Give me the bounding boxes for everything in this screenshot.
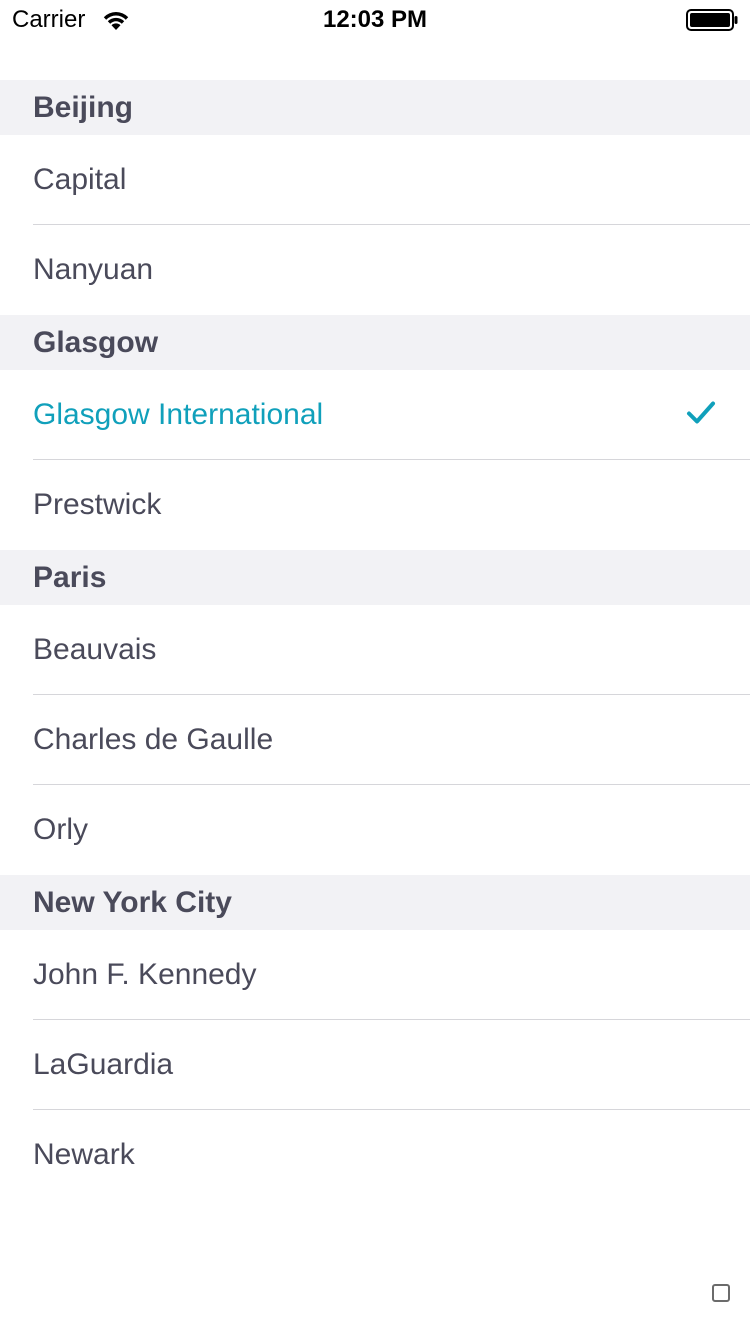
checkmark-icon bbox=[687, 401, 715, 424]
list-item-label: Prestwick bbox=[33, 488, 162, 521]
list-item-laguardia[interactable]: LaGuardia bbox=[0, 1020, 750, 1110]
list-item-label: Orly bbox=[33, 813, 88, 846]
list-item-label: Nanyuan bbox=[33, 253, 154, 286]
airport-list: Beijing Capital Nanyuan Glasgow Glasgow … bbox=[0, 80, 750, 1200]
list-item-label: Beauvais bbox=[33, 633, 157, 666]
section-header-paris: Paris bbox=[0, 550, 750, 605]
list-item-capital[interactable]: Capital bbox=[0, 135, 750, 225]
section-header-beijing: Beijing bbox=[0, 80, 750, 135]
list-item-label: LaGuardia bbox=[33, 1048, 174, 1081]
section-header-new-york-city: New York City bbox=[0, 875, 750, 930]
corner-square-icon[interactable] bbox=[712, 1284, 730, 1302]
status-time: 12:03 PM bbox=[322, 6, 428, 33]
list-item-prestwick[interactable]: Prestwick bbox=[0, 460, 750, 550]
list-item-glasgow-international[interactable]: Glasgow International bbox=[0, 370, 750, 460]
list-item-beauvais[interactable]: Beauvais bbox=[0, 605, 750, 695]
list-item-orly[interactable]: Orly bbox=[0, 785, 750, 875]
list-item-label: Capital bbox=[33, 163, 127, 196]
list-item-label: John F. Kennedy bbox=[33, 958, 257, 991]
list-item-label: Charles de Gaulle bbox=[33, 723, 274, 756]
list-item-label: Newark bbox=[33, 1138, 135, 1171]
list-item-john-f-kennedy[interactable]: John F. Kennedy bbox=[0, 930, 750, 1020]
list-item-newark[interactable]: Newark bbox=[0, 1110, 750, 1200]
status-bar: Carrier 12:03 PM bbox=[0, 0, 750, 40]
list-item-charles-de-gaulle[interactable]: Charles de Gaulle bbox=[0, 695, 750, 785]
battery-icon bbox=[686, 9, 738, 31]
list-item-nanyuan[interactable]: Nanyuan bbox=[0, 225, 750, 315]
section-header-glasgow: Glasgow bbox=[0, 315, 750, 370]
list-item-label: Glasgow International bbox=[33, 398, 324, 431]
